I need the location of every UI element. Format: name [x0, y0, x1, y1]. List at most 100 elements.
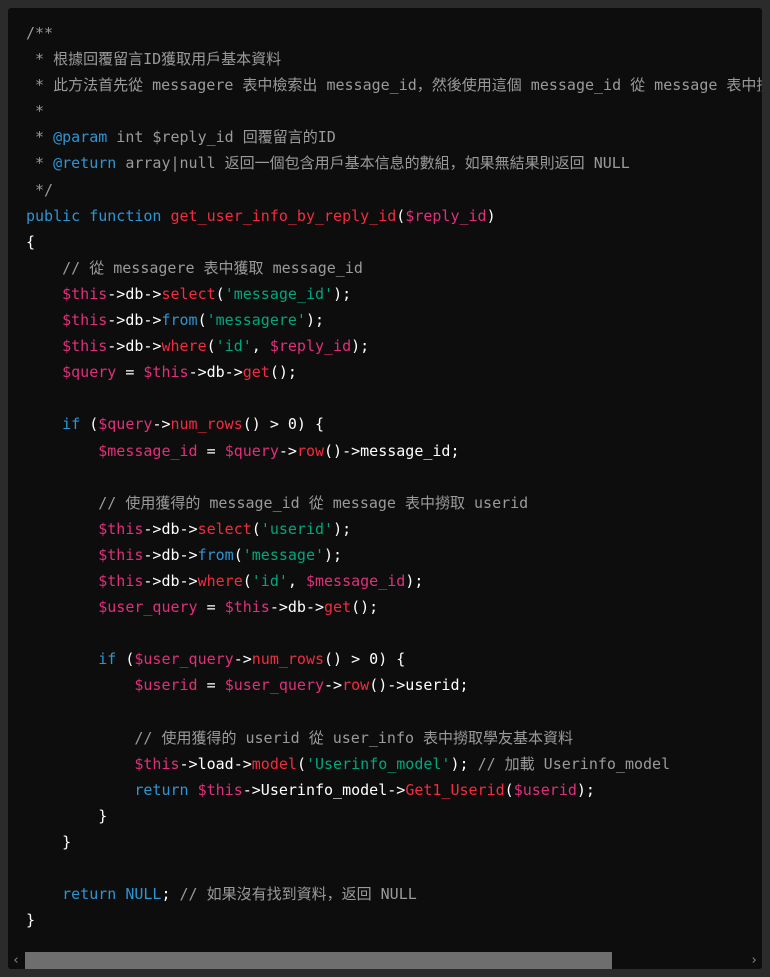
- code-comment: array|null 返回一個包含用戶基本信息的數組，如果無結果則返回 NULL: [116, 154, 630, 173]
- code-text: );: [333, 284, 352, 303]
- code-content: /** * 根據回覆留言ID獲取用戶基本資料 * 此方法首先從 messager…: [26, 20, 762, 933]
- code-line: $user_query = $this->db->get();: [26, 594, 762, 620]
- code-line: $this->db->select('userid');: [26, 516, 762, 542]
- code-line: * @param int $reply_id 回覆留言的ID: [26, 124, 762, 150]
- code-function: model: [251, 754, 297, 773]
- code-line: */: [26, 177, 762, 203]
- code-function: where: [197, 571, 243, 590]
- code-text: (: [215, 284, 225, 303]
- code-text: }: [26, 911, 36, 930]
- code-text: {: [26, 232, 36, 251]
- code-text: (: [197, 311, 207, 330]
- code-function: row: [296, 441, 325, 460]
- code-string: 'id': [215, 337, 252, 356]
- code-line: $this->db->from('message');: [26, 542, 762, 568]
- code-line: /**: [26, 20, 762, 46]
- code-string: 'message': [242, 545, 325, 564]
- code-function: select: [161, 284, 216, 303]
- code-text: (: [242, 571, 252, 590]
- code-text: (: [116, 650, 135, 669]
- code-function: get: [242, 363, 270, 382]
- code-line: $query = $this->db->get();: [26, 359, 762, 385]
- code-text: ->db->: [107, 337, 162, 356]
- code-text: =: [197, 598, 225, 617]
- code-function: get: [324, 598, 352, 617]
- code-text: ->db->: [143, 545, 198, 564]
- code-comment: /**: [26, 24, 54, 42]
- chevron-right-icon[interactable]: ›: [747, 952, 761, 969]
- code-text: );: [576, 780, 595, 799]
- code-text: (: [396, 206, 406, 225]
- code-line: // 從 messagere 表中獲取 message_id: [26, 255, 762, 281]
- code-text: );: [405, 571, 424, 590]
- code-text: (: [504, 780, 514, 799]
- code-function: num_rows: [170, 415, 243, 434]
- code-variable: $user_query: [224, 676, 325, 695]
- code-text: ->: [152, 415, 171, 434]
- code-text: ->db->: [107, 284, 162, 303]
- code-string: 'message_id': [224, 284, 334, 303]
- code-line: if ($user_query->num_rows() > 0) {: [26, 646, 762, 672]
- code-line: // 使用獲得的 userid 從 user_info 表中撈取學友基本資料: [26, 725, 762, 751]
- code-keyword: function: [89, 206, 162, 225]
- code-keyword: return: [62, 885, 117, 904]
- code-keyword: if: [62, 415, 81, 434]
- scrollbar-thumb[interactable]: [25, 952, 612, 969]
- code-comment: // 使用獲得的 message_id 從 message 表中撈取 useri…: [98, 493, 529, 512]
- code-variable: $this: [143, 363, 189, 382]
- code-text: (: [296, 754, 306, 773]
- code-function: num_rows: [251, 650, 325, 669]
- chevron-left-icon[interactable]: ‹: [9, 952, 23, 969]
- code-keyword: from: [197, 545, 234, 564]
- code-variable: $user_query: [98, 598, 198, 617]
- code-text: );: [333, 519, 352, 538]
- code-text: );: [351, 337, 370, 356]
- code-text: ->db->: [143, 571, 198, 590]
- code-text: (: [251, 519, 261, 538]
- code-text: }: [26, 832, 72, 851]
- code-keyword: if: [98, 650, 117, 669]
- code-function: where: [161, 337, 207, 356]
- code-keyword: return: [134, 780, 189, 799]
- code-comment: *: [26, 154, 54, 173]
- code-line: $userid = $user_query->row()->userid;: [26, 672, 762, 698]
- code-text: ();: [269, 363, 297, 382]
- code-text: =: [116, 363, 144, 382]
- code-comment: // 使用獲得的 userid 從 user_info 表中撈取學友基本資料: [134, 728, 574, 747]
- code-line: $this->db->select('message_id');: [26, 281, 762, 307]
- code-comment: * 此方法首先從 messagere 表中檢索出 message_id，然後使用…: [35, 76, 762, 95]
- code-text: ->db->: [107, 311, 162, 330]
- code-keyword: NULL: [125, 885, 162, 904]
- code-line: }: [26, 907, 762, 933]
- code-line: if ($query->num_rows() > 0) {: [26, 411, 762, 437]
- code-text: );: [324, 545, 343, 564]
- code-variable: $userid: [513, 780, 577, 799]
- code-line: }: [26, 829, 762, 855]
- horizontal-scrollbar[interactable]: ‹ ›: [8, 952, 762, 969]
- code-variable: $this: [98, 545, 144, 564]
- code-keyword: from: [161, 311, 198, 330]
- code-line: public function get_user_info_by_reply_i…: [26, 203, 762, 229]
- code-function: get_user_info_by_reply_id: [170, 206, 397, 225]
- code-text: ,: [251, 337, 270, 356]
- code-text: ->db->: [269, 598, 325, 617]
- code-text: ();: [351, 598, 379, 617]
- code-variable: $user_query: [134, 650, 234, 669]
- code-line: * 根據回覆留言ID獲取用戶基本資料: [26, 46, 762, 72]
